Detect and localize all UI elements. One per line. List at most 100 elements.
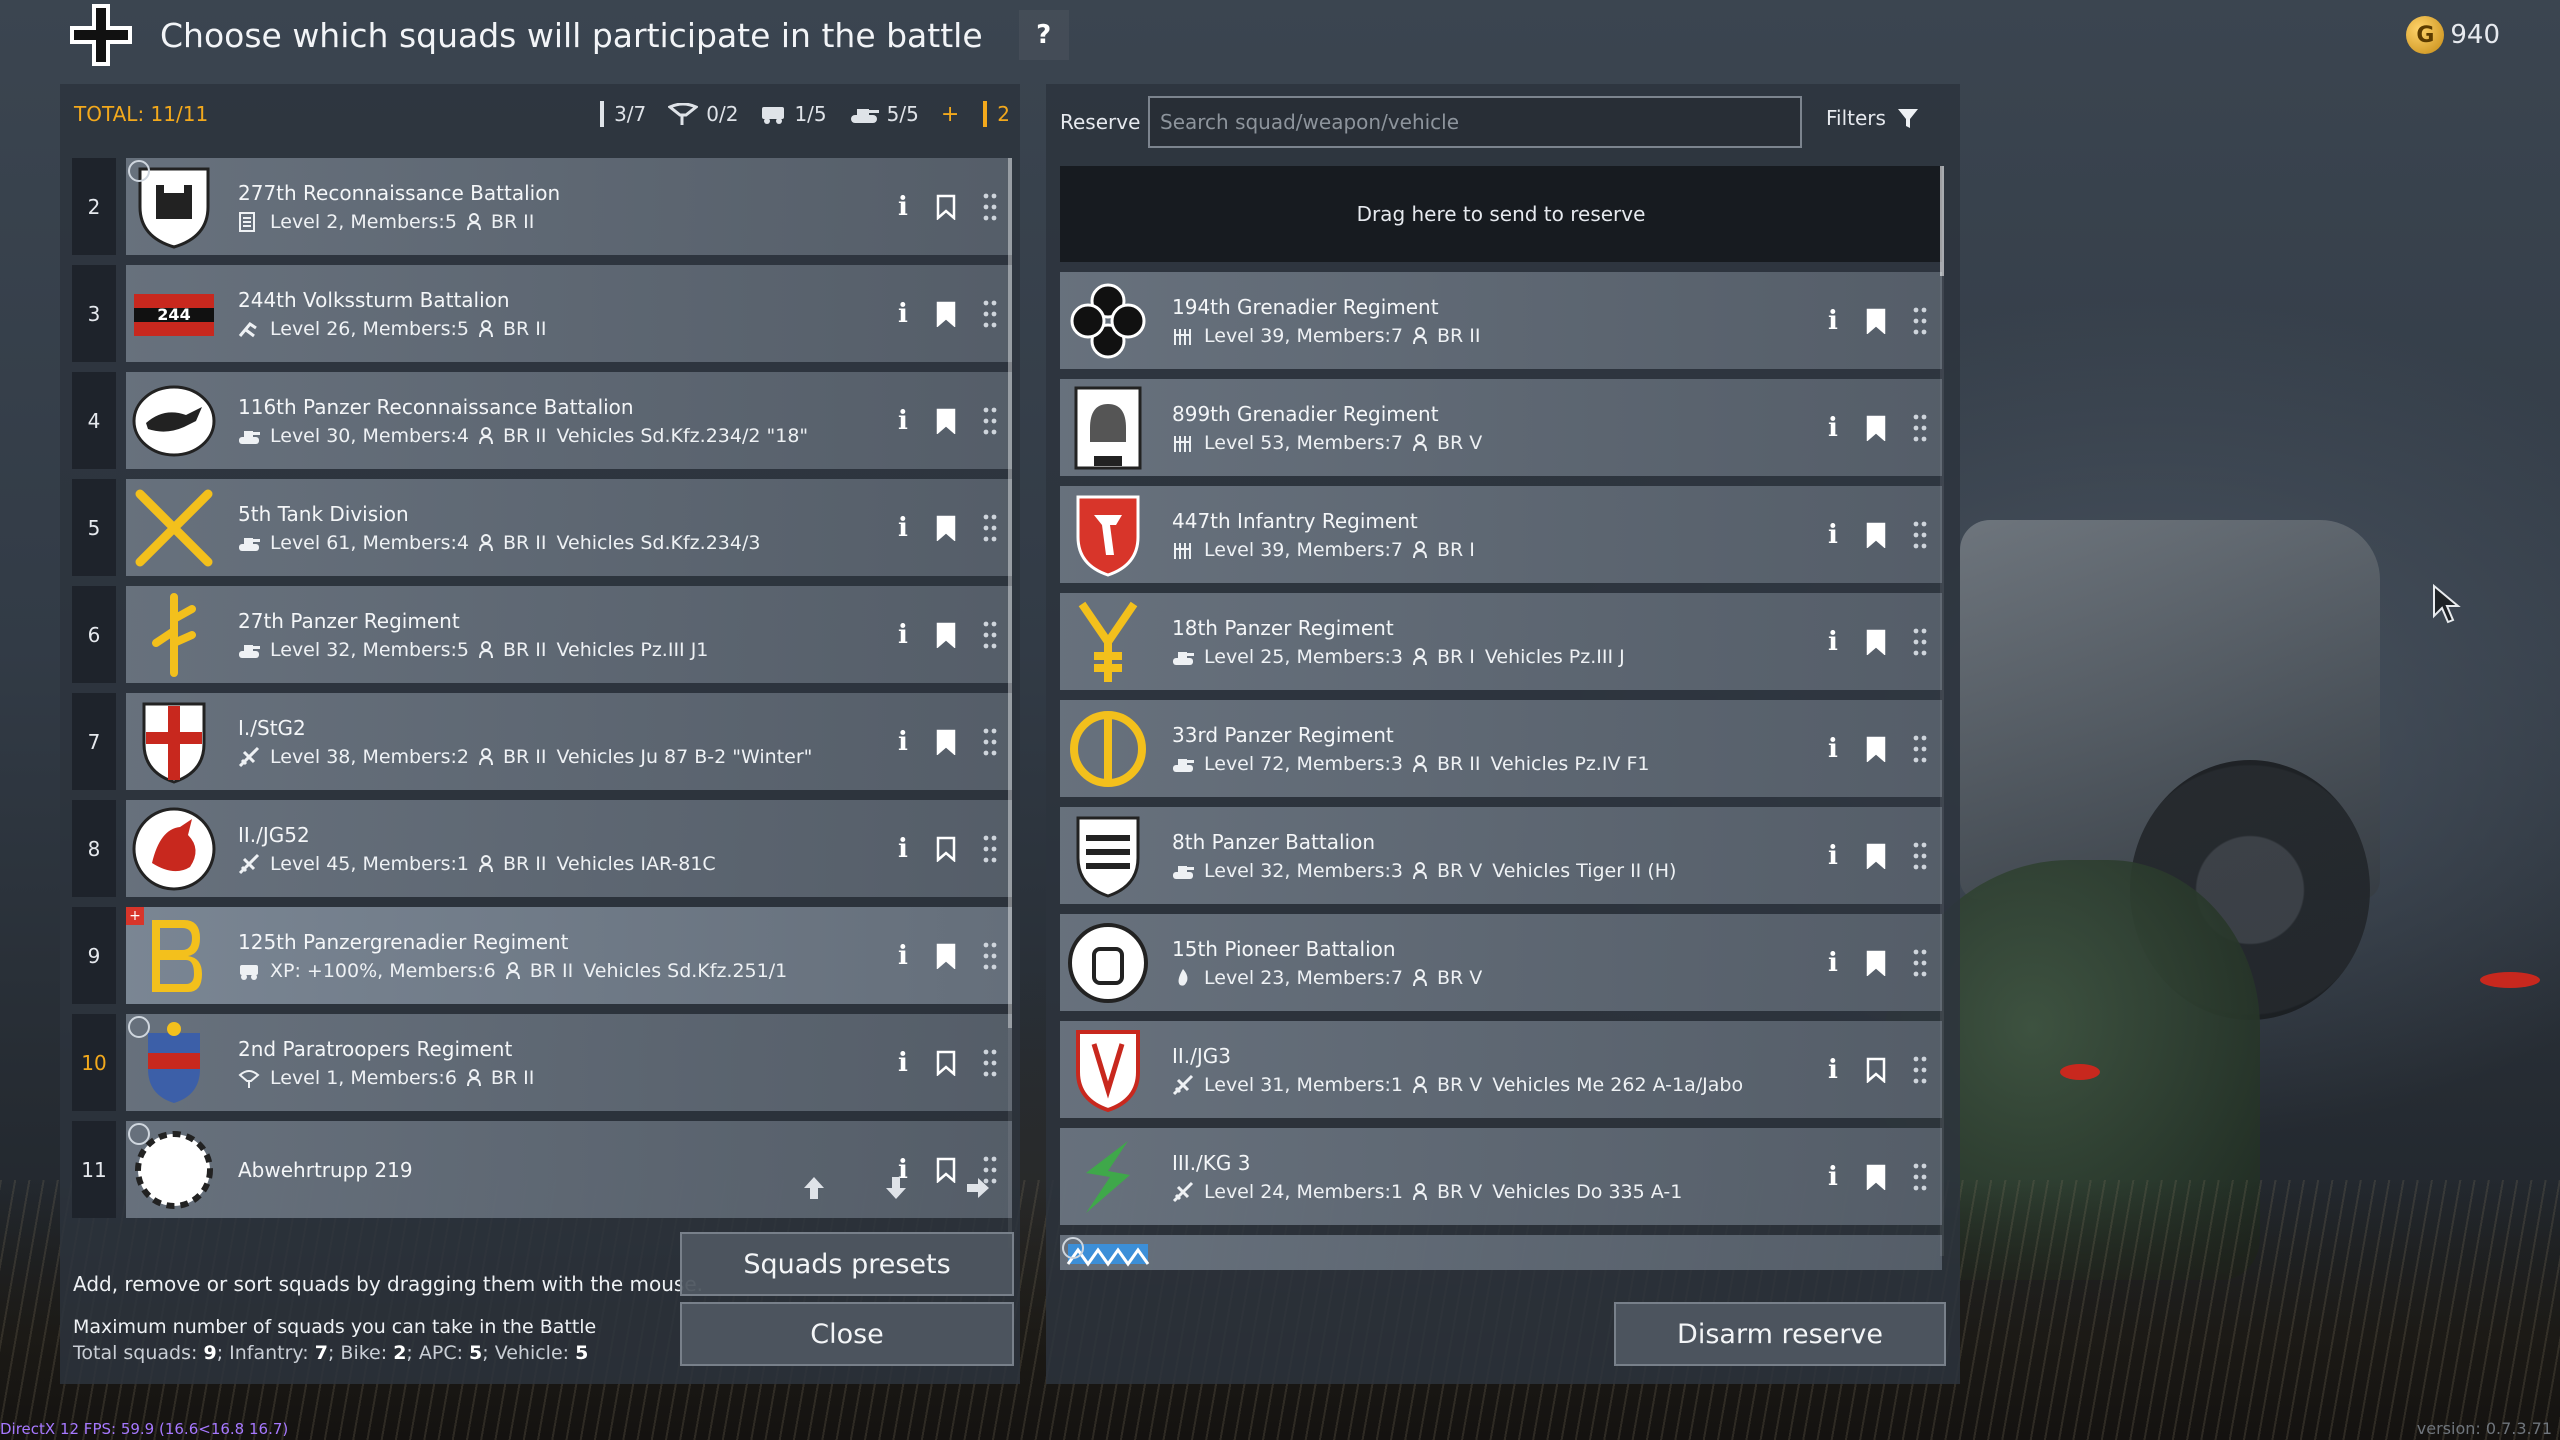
squad-row[interactable]: 8 II./JG52 Level 45, Members:1 BR II Vehicle…: [72, 800, 1012, 897]
drag-handle-icon[interactable]: [982, 513, 998, 543]
drag-handle-icon[interactable]: [982, 299, 998, 329]
bookmark-icon[interactable]: [936, 408, 956, 434]
info-icon[interactable]: i: [1826, 520, 1840, 550]
squad-row[interactable]: 2 277th Reconnaissance Battalion Level 2, …: [72, 158, 1012, 255]
info-icon[interactable]: i: [1826, 1162, 1840, 1192]
squads-presets-button[interactable]: Squads presets: [680, 1232, 1014, 1296]
drag-handle-icon[interactable]: [1912, 1269, 1928, 1271]
squad-card[interactable]: 27th Panzer Regiment Level 32, Members:5 B…: [126, 586, 1012, 683]
info-icon[interactable]: i: [1826, 1055, 1840, 1085]
arrow-right-icon[interactable]: [964, 1174, 992, 1202]
bookmark-icon[interactable]: [1866, 1164, 1886, 1190]
reserve-row[interactable]: 18th Panzer Regiment Level 25, Members:3 B…: [1060, 593, 1942, 690]
drag-handle-icon[interactable]: [982, 834, 998, 864]
squad-row[interactable]: 11 Abwehrtrupp 219 i: [72, 1121, 1012, 1218]
drag-handle-icon[interactable]: [982, 727, 998, 757]
squad-row[interactable]: 7 I./StG2 Level 38, Members:2 BR II Vehicles…: [72, 693, 1012, 790]
reserve-row[interactable]: 194th Grenadier Regiment Level 39, Member…: [1060, 272, 1942, 369]
help-button[interactable]: ?: [1018, 10, 1069, 60]
squad-card[interactable]: 5th Tank Division Level 61, Members:4 BR I…: [126, 479, 1012, 576]
drag-handle-icon[interactable]: [1912, 734, 1928, 764]
drag-handle-icon[interactable]: [982, 620, 998, 650]
squad-card[interactable]: 2nd Paratroopers Regiment Level 1, Member…: [126, 1014, 1012, 1111]
info-icon[interactable]: i: [896, 727, 910, 757]
info-icon[interactable]: i: [1826, 841, 1840, 871]
info-icon[interactable]: i: [1826, 306, 1840, 336]
squad-card[interactable]: 277th Reconnaissance Battalion Level 2, M…: [126, 158, 1012, 255]
bookmark-icon[interactable]: [936, 836, 956, 862]
squad-card[interactable]: 116th Panzer Reconnaissance Battalion Lev…: [126, 372, 1012, 469]
info-icon[interactable]: i: [896, 406, 910, 436]
info-icon[interactable]: i: [1826, 948, 1840, 978]
squad-card[interactable]: I./StG2 Level 38, Members:2 BR II Vehicles …: [126, 693, 1012, 790]
info-icon[interactable]: i: [896, 513, 910, 543]
squad-card[interactable]: II./JG52 Level 45, Members:1 BR II Vehicles…: [126, 800, 1012, 897]
squad-card[interactable]: 244 244th Volkssturm Battalion Level 26, M…: [126, 265, 1012, 362]
squad-card[interactable]: 447th Infantry Regiment Level 39, Members…: [1060, 486, 1942, 583]
bookmark-icon[interactable]: [1866, 950, 1886, 976]
squad-card[interactable]: 18th Panzer Regiment Level 25, Members:3 B…: [1060, 593, 1942, 690]
add-slot-icon[interactable]: +: [941, 102, 959, 127]
reserve-row[interactable]: 8th Panzer Battalion Level 32, Members:3 B…: [1060, 807, 1942, 904]
squad-row[interactable]: 5 5th Tank Division Level 61, Members:4 BR …: [72, 479, 1012, 576]
reserve-row[interactable]: II./JG3 Level 31, Members:1 BR V Vehicles M…: [1060, 1021, 1942, 1118]
drag-handle-icon[interactable]: [982, 406, 998, 436]
drag-handle-icon[interactable]: [1912, 306, 1928, 336]
info-icon[interactable]: i: [896, 834, 910, 864]
squad-card[interactable]: Abwehrtrupp 219 i: [126, 1121, 1012, 1218]
squad-card[interactable]: 899th Grenadier Regiment Level 53, Member…: [1060, 379, 1942, 476]
drag-handle-icon[interactable]: [1912, 948, 1928, 978]
bookmark-icon[interactable]: [1866, 415, 1886, 441]
info-icon[interactable]: i: [1826, 1269, 1840, 1271]
squad-card[interactable]: III./KG 3 Level 24, Members:1 BR V Vehicles…: [1060, 1128, 1942, 1225]
arrow-down-icon[interactable]: [882, 1174, 910, 1202]
bookmark-icon[interactable]: [1866, 308, 1886, 334]
bookmark-icon[interactable]: [936, 622, 956, 648]
reserve-drop-zone[interactable]: Drag here to send to reserve: [1060, 166, 1942, 262]
drag-handle-icon[interactable]: [1912, 413, 1928, 443]
drag-handle-icon[interactable]: [1912, 627, 1928, 657]
bookmark-icon[interactable]: [1866, 629, 1886, 655]
squad-card[interactable]: 194th Grenadier Regiment Level 39, Member…: [1060, 272, 1942, 369]
bookmark-icon[interactable]: [1866, 522, 1886, 548]
bookmark-icon[interactable]: [936, 194, 956, 220]
info-icon[interactable]: i: [1826, 627, 1840, 657]
info-icon[interactable]: i: [1826, 413, 1840, 443]
squad-row[interactable]: 6 27th Panzer Regiment Level 32, Members:5…: [72, 586, 1012, 683]
bookmark-icon[interactable]: [936, 1050, 956, 1076]
reserve-row[interactable]: 157th Engineer Battalioni: [1060, 1235, 1942, 1270]
info-icon[interactable]: i: [896, 1048, 910, 1078]
drag-handle-icon[interactable]: [1912, 841, 1928, 871]
squad-row[interactable]: 3 244 244th Volkssturm Battalion Level 26, …: [72, 265, 1012, 362]
reserve-row[interactable]: 447th Infantry Regiment Level 39, Members…: [1060, 486, 1942, 583]
drag-handle-icon[interactable]: [982, 192, 998, 222]
squad-card[interactable]: 33rd Panzer Regiment Level 72, Members:3 B…: [1060, 700, 1942, 797]
reserve-row[interactable]: III./KG 3 Level 24, Members:1 BR V Vehicles…: [1060, 1128, 1942, 1225]
info-icon[interactable]: i: [896, 941, 910, 971]
disarm-reserve-button[interactable]: Disarm reserve: [1614, 1302, 1946, 1366]
search-input[interactable]: [1148, 96, 1802, 148]
filters-button[interactable]: Filters: [1826, 106, 1920, 130]
info-icon[interactable]: i: [1826, 734, 1840, 764]
drag-handle-icon[interactable]: [1912, 1162, 1928, 1192]
bookmark-icon[interactable]: [936, 943, 956, 969]
reserve-row[interactable]: 15th Pioneer Battalion Level 23, Members:…: [1060, 914, 1942, 1011]
drag-handle-icon[interactable]: [982, 941, 998, 971]
info-icon[interactable]: i: [896, 192, 910, 222]
drag-handle-icon[interactable]: [982, 1048, 998, 1078]
reserve-row[interactable]: 33rd Panzer Regiment Level 72, Members:3 B…: [1060, 700, 1942, 797]
drag-handle-icon[interactable]: [1912, 1055, 1928, 1085]
close-button[interactable]: Close: [680, 1302, 1014, 1366]
reserve-row[interactable]: 899th Grenadier Regiment Level 53, Member…: [1060, 379, 1942, 476]
squad-card[interactable]: II./JG3 Level 31, Members:1 BR V Vehicles M…: [1060, 1021, 1942, 1118]
arrow-up-icon[interactable]: [800, 1174, 828, 1202]
squad-row[interactable]: 9 +125th Panzergrenadier Regiment XP: +100…: [72, 907, 1012, 1004]
bookmark-icon[interactable]: [936, 301, 956, 327]
info-icon[interactable]: i: [896, 620, 910, 650]
squad-card[interactable]: 8th Panzer Battalion Level 32, Members:3 B…: [1060, 807, 1942, 904]
reserve-list-scrollbar[interactable]: [1940, 166, 1944, 1256]
active-list-scroll-thumb[interactable]: [1008, 158, 1012, 1028]
squad-card[interactable]: 157th Engineer Battalioni: [1060, 1235, 1942, 1270]
squad-row[interactable]: 4 116th Panzer Reconnaissance Battalion Le…: [72, 372, 1012, 469]
bookmark-icon[interactable]: [936, 515, 956, 541]
